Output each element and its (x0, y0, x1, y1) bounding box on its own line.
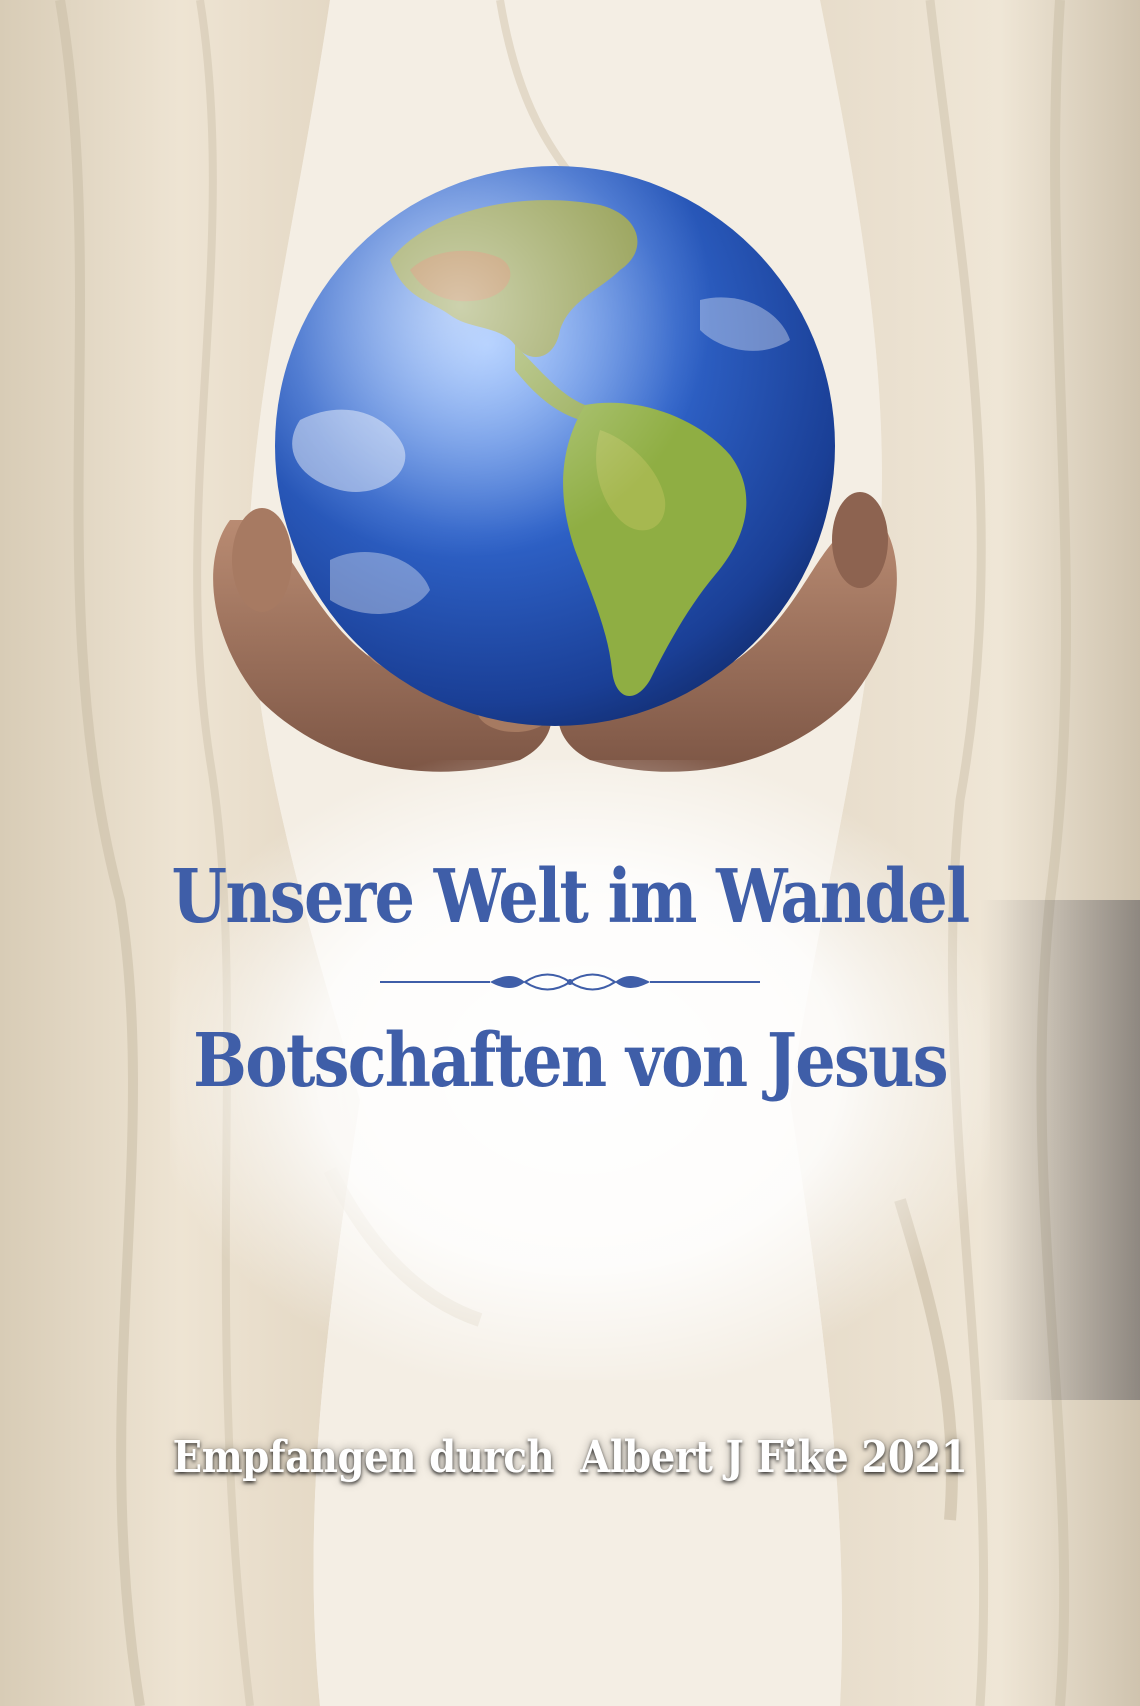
earth-globe-icon (275, 166, 835, 726)
book-title: Unsere Welt im Wandel (171, 854, 971, 940)
book-cover: Unsere Welt im Wandel Botschaften von Je… (0, 0, 1140, 1706)
ornamental-divider-icon (380, 973, 760, 991)
title-block: Unsere Welt im Wandel Botschaften von Je… (0, 860, 1140, 1098)
author-line: Empfangen durch Albert J Fike 2021 (172, 1432, 968, 1483)
book-subtitle: Botschaften von Jesus (193, 1018, 948, 1104)
